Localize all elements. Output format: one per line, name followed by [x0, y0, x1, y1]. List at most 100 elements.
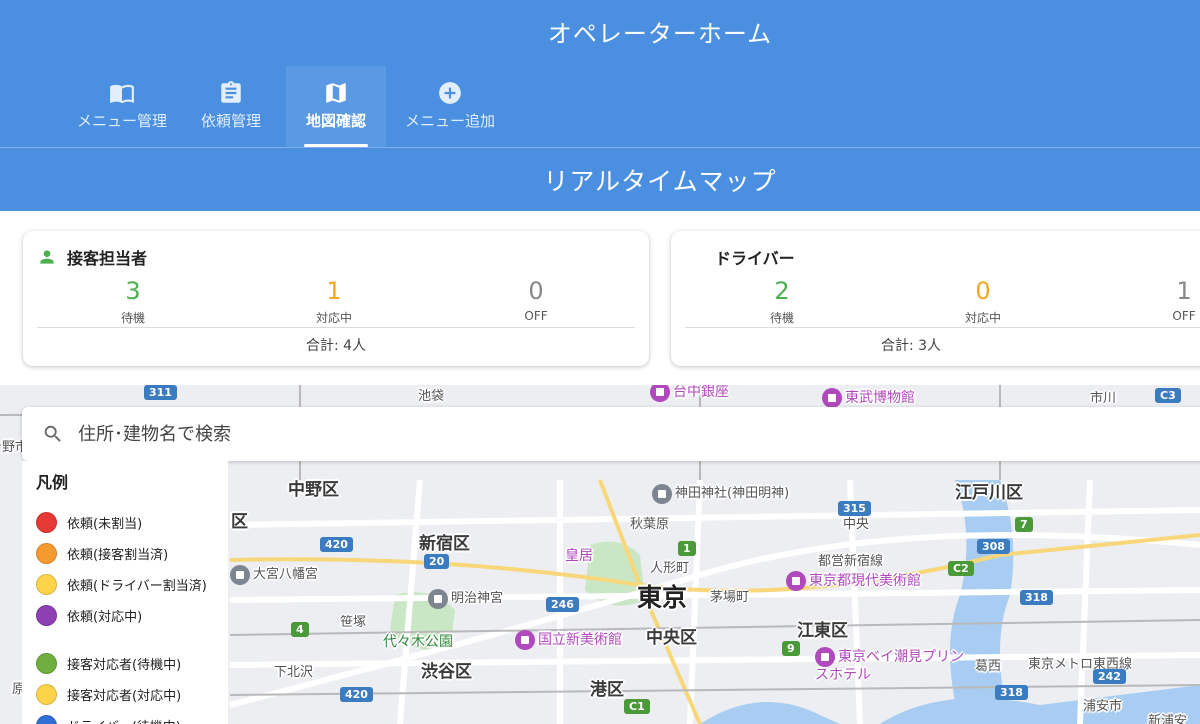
legend-marker-blue	[36, 715, 57, 724]
tab-map-view[interactable]: 地図確認	[286, 66, 386, 147]
stat-label: 待機	[769, 311, 794, 325]
route-shield: C1	[624, 699, 650, 714]
stat-value: 1	[326, 277, 342, 305]
map-label: 国立新美術館	[515, 629, 622, 650]
legend-item: 依頼(未割当)	[36, 507, 214, 538]
map-label: 台中銀座	[650, 385, 729, 402]
tab-label: メニュー管理	[76, 112, 167, 130]
legend-marker-orange	[36, 543, 57, 564]
map-label: 大宮八幡宮	[230, 563, 318, 585]
hotel-icon	[815, 647, 835, 667]
route-shield: 420	[340, 687, 373, 702]
route-shield: 308	[977, 539, 1010, 554]
map-label: 区	[231, 512, 248, 532]
stat-label: 対応中	[315, 311, 352, 325]
status-cards: 接客担当者 3 待機 1 対応中 0 OFF 合計: 4人 ドライバー 2 待機…	[0, 211, 1200, 385]
card-divider	[37, 327, 635, 328]
map-label: 代々木公園	[383, 634, 453, 650]
card-title: ドライバー	[715, 245, 795, 269]
shrine-icon	[230, 564, 250, 585]
app-header: オペレーターホーム メニュー管理 依頼管理 地図確認 メニュー追加	[0, 0, 1200, 147]
app-title: オペレーターホーム	[547, 20, 773, 48]
route-shield: 20	[424, 554, 450, 569]
map-label: 江戸川区	[955, 483, 1023, 503]
tab-label: 依頼管理	[200, 112, 261, 130]
section-title: リアルタイムマップ	[543, 167, 777, 196]
map-label: 笹塚	[340, 615, 367, 630]
legend-marker-yellow	[36, 574, 57, 595]
legend-label: 依頼(未割当)	[67, 517, 143, 532]
map-legend: 凡例 依頼(未割当) 依頼(接客割当済) 依頼(ドライバー割当済) 依頼(対応中…	[22, 461, 228, 724]
map-search-bar[interactable]	[22, 407, 1200, 461]
card-total: 合計: 4人	[305, 338, 367, 354]
card-total: 合計: 3人	[880, 338, 942, 354]
legend-label: 依頼(対応中)	[67, 610, 143, 625]
legend-label: 接客対応者(待機中)	[67, 658, 182, 673]
map-label: 中央区	[646, 628, 697, 648]
map-label: 江東区	[797, 621, 848, 641]
card-title-text: 接客担当者	[67, 249, 148, 268]
route-shield: C2	[948, 561, 974, 576]
map-label: 新浦安	[1148, 714, 1188, 724]
stat-value: 1	[1176, 277, 1192, 305]
map-label: 秋葉原	[630, 517, 670, 532]
map-label: 浦安市	[1083, 699, 1123, 714]
map-label: 中野区	[288, 480, 339, 500]
legend-label: 依頼(ドライバー割当済)	[67, 579, 207, 594]
route-shield: 4	[291, 622, 309, 637]
driver-status-card: ドライバー 2 待機 0 対応中 1 OFF 合計: 3人	[671, 231, 1200, 366]
legend-item: 接客対応者(対応中)	[36, 679, 214, 710]
tab-add-menu[interactable]: メニュー追加	[388, 66, 512, 147]
plus-circle-icon	[439, 82, 461, 104]
tab-menu-management[interactable]: メニュー管理	[68, 66, 176, 147]
museum-icon	[822, 388, 842, 408]
museum-icon	[515, 630, 535, 650]
book-open-icon	[110, 84, 134, 104]
stat-in-progress: 1 対応中	[274, 277, 394, 326]
legend-item: ドライバー(待機中)	[36, 710, 214, 724]
stat-value: 3	[125, 277, 141, 305]
map-label: 明治神宮	[428, 587, 503, 609]
map-label: 皇居	[565, 548, 593, 564]
stat-waiting: 3 待機	[73, 277, 193, 326]
legend-marker-green	[36, 653, 57, 674]
map-label: 葛西	[975, 659, 1002, 674]
tab-label: メニュー追加	[404, 112, 495, 130]
map-label: 渋谷区	[421, 662, 472, 682]
map-label: 都営新宿線	[818, 554, 884, 569]
stat-waiting: 2 待機	[722, 277, 842, 326]
map-label: 人形町	[650, 561, 690, 576]
stat-value: 2	[774, 277, 790, 305]
route-shield: 318	[1020, 590, 1053, 605]
route-shield: 1	[678, 541, 696, 556]
map-label: 市川	[1090, 391, 1117, 406]
stat-in-progress: 0 対応中	[923, 277, 1043, 326]
legend-label: 接客対応者(対応中)	[67, 689, 182, 704]
stat-label: 待機	[120, 311, 145, 325]
route-shield: 9	[782, 641, 800, 656]
card-title-text: ドライバー	[715, 249, 795, 268]
map-label: 東京都現代美術館	[786, 570, 921, 591]
search-icon	[44, 425, 61, 442]
address-search-input[interactable]	[78, 423, 678, 445]
route-shield: C3	[1155, 388, 1181, 403]
card-divider	[685, 327, 1200, 328]
realtime-map[interactable]: 野市 池袋 台中銀座 東武博物館 市川 311 C3 中野区 区 新宿区 江戸川…	[0, 385, 1200, 724]
map-label: 茅場町	[710, 590, 750, 605]
map-label: 東京ベイ潮見プリンスホテル	[815, 647, 964, 683]
route-shield: 246	[546, 597, 579, 612]
map-label: 港区	[590, 680, 624, 700]
legend-label: ドライバー(待機中)	[67, 716, 181, 724]
map-label: 新宿区	[419, 534, 470, 554]
map-label: 池袋	[418, 389, 445, 404]
route-shield: 242	[1093, 669, 1126, 684]
card-title: 接客担当者	[37, 245, 147, 269]
stat-label: OFF	[524, 309, 548, 323]
route-shield: 420	[320, 537, 353, 552]
route-shield: 318	[995, 685, 1028, 700]
legend-item: 接客対応者(待機中)	[36, 648, 214, 679]
stat-value: 0	[528, 277, 544, 305]
legend-marker-purple	[36, 605, 57, 626]
stat-off: 1 OFF	[1124, 277, 1200, 323]
tab-request-management[interactable]: 依頼管理	[178, 66, 284, 147]
